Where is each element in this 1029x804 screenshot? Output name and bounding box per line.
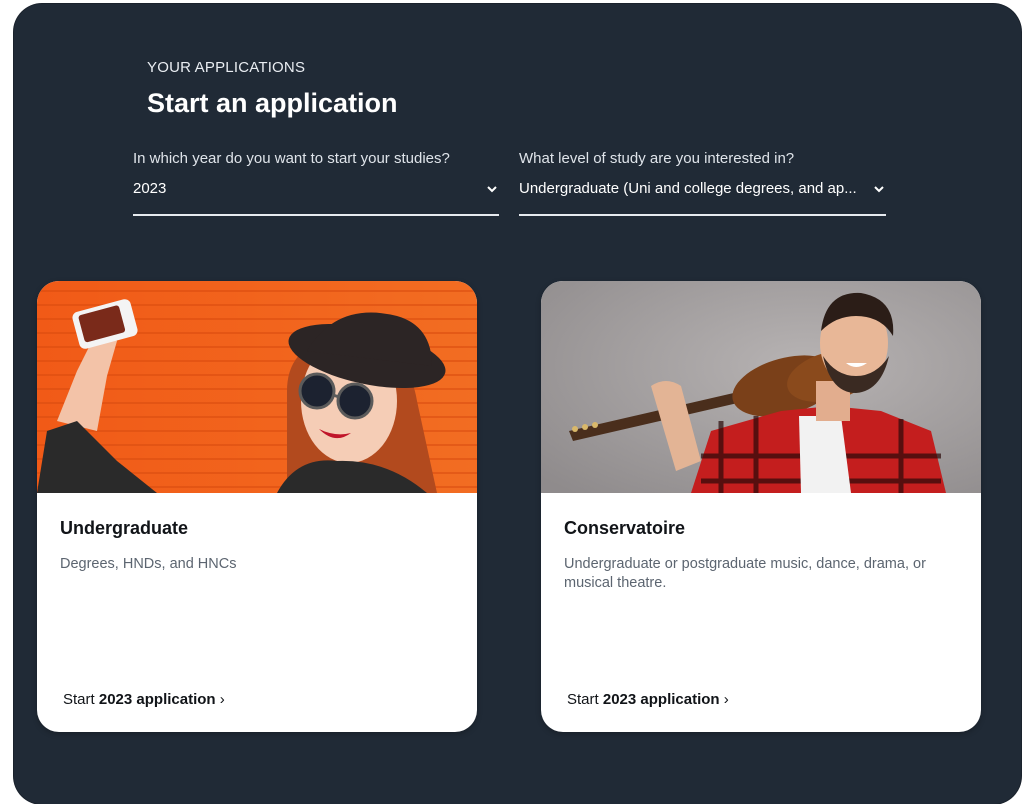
link-year: 2023 application [602, 691, 720, 708]
link-year: 2023 application [98, 691, 216, 708]
link-prefix: Start [567, 691, 599, 708]
card-title: Conservatoire [564, 518, 686, 538]
applications-panel: YOUR APPLICATIONS Start an application I… [14, 4, 1021, 804]
page-title: Start an application [147, 88, 398, 118]
chevron-right-icon: › [723, 691, 729, 708]
level-select[interactable]: Undergraduate (Uni and college degrees, … [519, 180, 886, 216]
chevron-down-icon [487, 186, 497, 193]
conservatoire-photo [541, 281, 981, 493]
section-eyebrow: YOUR APPLICATIONS [147, 59, 306, 76]
level-select-value: Undergraduate (Uni and college degrees, … [519, 180, 857, 197]
year-select[interactable]: 2023 [133, 180, 499, 216]
start-undergraduate-application-link[interactable]: Start 2023 application › [63, 691, 225, 708]
level-select-label: What level of study are you interested i… [519, 150, 795, 167]
undergraduate-card[interactable]: Undergraduate Degrees, HNDs, and HNCs St… [37, 281, 477, 732]
start-conservatoire-application-link[interactable]: Start 2023 application › [567, 691, 729, 708]
year-select-label: In which year do you want to start your … [133, 150, 450, 167]
chevron-down-icon [874, 186, 884, 193]
year-select-value: 2023 [133, 180, 167, 197]
conservatoire-card[interactable]: Conservatoire Undergraduate or postgradu… [541, 281, 981, 732]
card-description: Degrees, HNDs, and HNCs [60, 556, 237, 572]
card-title: Undergraduate [60, 518, 189, 538]
chevron-right-icon: › [219, 691, 225, 708]
card-description: Undergraduate or postgraduate music, dan… [564, 556, 926, 591]
undergraduate-photo [37, 281, 477, 493]
link-prefix: Start [63, 691, 95, 708]
